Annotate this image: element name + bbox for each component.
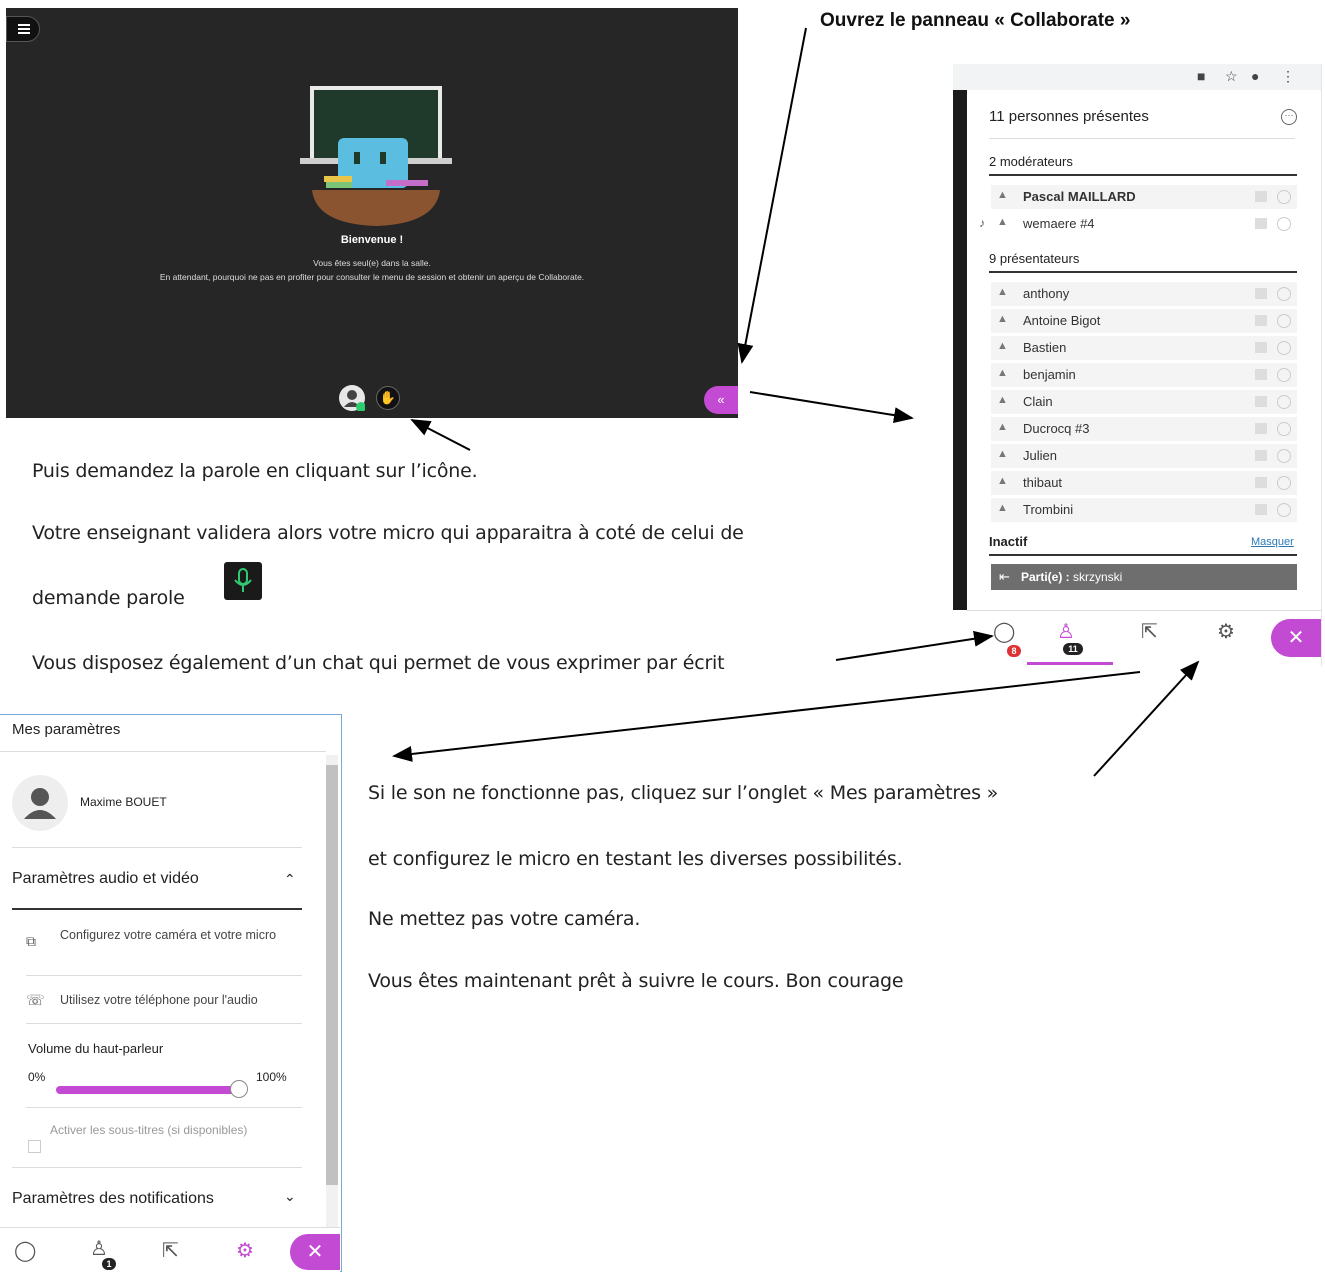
divider — [26, 1023, 302, 1024]
instruction-line-2: Votre enseignant validera alors votre mi… — [32, 522, 744, 544]
divider — [26, 1107, 302, 1108]
volume-slider-handle[interactable] — [230, 1080, 248, 1098]
camera-mic-icon: ⧉ — [26, 933, 36, 949]
configure-camera-mic-item[interactable]: Configurez votre caméra et votre micro — [60, 925, 280, 945]
subtitles-checkbox[interactable] — [28, 1140, 41, 1153]
volume-max-label: 100% — [256, 1070, 287, 1084]
user-name: Maxime BOUET — [80, 795, 167, 809]
volume-min-label: 0% — [28, 1070, 46, 1084]
settings-panel-screenshot: Mes paramètres Maxime BOUET Paramètres a… — [0, 714, 342, 1274]
volume-slider-track[interactable] — [56, 1086, 238, 1094]
settings-tab-bar: ◯ ♙ 1 ⇱ ⚙ ✕ — [0, 1227, 340, 1274]
participants-tab-icon[interactable]: ♙ — [90, 1236, 108, 1261]
share-content-tab-icon[interactable]: ⇱ — [162, 1238, 179, 1263]
audio-video-header[interactable]: Paramètres audio et vidéo — [12, 870, 199, 888]
settings-instruction-3: Ne mettez pas votre caméra. — [368, 908, 641, 930]
close-icon: ✕ — [306, 1241, 324, 1263]
instruction-line-3: demande parole — [32, 587, 185, 609]
settings-instruction-4: Vous êtes maintenant prêt à suivre le co… — [368, 970, 904, 992]
user-avatar-icon — [24, 788, 56, 819]
divider — [0, 751, 326, 752]
divider — [12, 847, 302, 848]
scrollbar[interactable] — [326, 755, 338, 1227]
chevron-down-icon[interactable]: ⌄ — [284, 1188, 296, 1205]
instruction-line-1: Puis demandez la parole en cliquant sur … — [32, 460, 478, 482]
settings-instruction-1: Si le son ne fonctionne pas, cliquez sur… — [368, 782, 999, 804]
settings-tab-icon[interactable]: ⚙ — [236, 1238, 254, 1263]
subtitles-label: Activer les sous-titres (si disponibles) — [50, 1123, 248, 1137]
close-panel-button[interactable]: ✕ — [290, 1234, 340, 1270]
notifications-header[interactable]: Paramètres des notifications — [12, 1190, 214, 1208]
chevron-up-icon[interactable]: ⌃ — [284, 871, 296, 888]
microphone-icon — [224, 562, 262, 600]
instruction-line-4: Vous disposez également d’un chat qui pe… — [32, 652, 725, 674]
chat-tab-icon[interactable]: ◯ — [14, 1238, 36, 1263]
avatar — [12, 775, 68, 831]
divider — [12, 1167, 302, 1168]
scrollbar-thumb[interactable] — [326, 765, 338, 1185]
phone-icon: ☏ — [26, 992, 45, 1009]
settings-instruction-2: et configurez le micro en testant les di… — [368, 848, 903, 870]
divider — [26, 975, 302, 976]
settings-title: Mes paramètres — [12, 721, 121, 738]
volume-label: Volume du haut-parleur — [28, 1041, 164, 1056]
divider — [12, 908, 302, 910]
participants-badge: 1 — [102, 1258, 116, 1270]
phone-audio-item[interactable]: Utilisez votre téléphone pour l'audio — [60, 993, 258, 1007]
